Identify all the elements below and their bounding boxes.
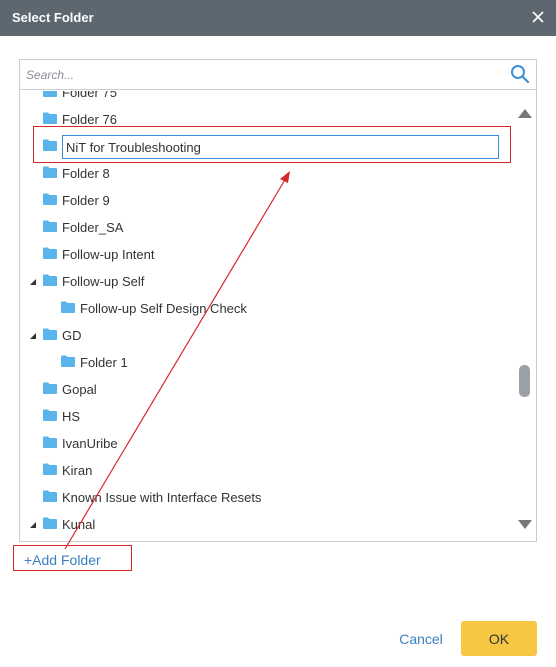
tree-item[interactable]: Known Issue with Interface Resets [20,484,510,511]
close-icon[interactable] [526,5,550,29]
folder-icon [43,517,57,529]
tree-item[interactable]: Kunal [20,511,510,538]
tree-item[interactable]: Gopal [20,376,510,403]
tree-item[interactable]: IvanUribe [20,430,510,457]
dialog-titlebar: Select Folder [0,0,556,36]
folder-icon [43,166,57,178]
tree-item-label: Folder 9 [62,193,110,208]
tree-item[interactable]: Follow-up Self [20,268,510,295]
tree-item[interactable]: Follow-up Intent [20,241,510,268]
tree-item[interactable]: Follow-up Self Design Check [20,295,510,322]
tree-item-label: Follow-up Self [62,274,145,289]
tree-item-label: Known Issue with Interface Resets [62,490,262,505]
tree-item-label: Kunal [62,517,96,532]
tree-item-label: Folder 76 [62,112,117,127]
tree-item-partial[interactable]: Folder 75 [20,91,510,106]
add-folder-link[interactable]: +Add Folder [24,552,101,568]
ok-button[interactable]: OK [461,621,537,656]
folder-icon [43,112,57,124]
folder-icon [43,220,57,232]
scroll-up-arrow-icon[interactable] [518,105,532,118]
search-bar [20,60,536,90]
folder-icon [43,436,57,448]
tree-item[interactable]: Folder_SA [20,214,510,241]
expanded-triangle-icon[interactable] [28,277,38,287]
tree-item-label: Follow-up Intent [62,247,155,262]
search-input[interactable] [26,65,496,85]
tree-item-label: Gopal [62,382,97,397]
tree-item-label: GD [62,328,82,343]
folder-icon [61,301,75,313]
folder-icon [43,463,57,475]
folder-icon [43,193,57,205]
tree-item[interactable]: HS [20,403,510,430]
tree-item-label: Folder_SA [62,220,124,235]
tree-item-label: HS [62,409,81,424]
tree-item-label: Kiran [62,463,93,478]
tree-item-label: Follow-up Self Design Check [80,301,247,316]
tree-item-label: Folder 1 [80,355,128,370]
folder-icon [43,91,57,97]
folder-icon [61,355,75,367]
folder-icon [43,490,57,502]
expanded-triangle-icon[interactable] [28,331,38,341]
scroll-down-arrow-icon[interactable] [518,517,532,529]
tree-item[interactable]: Folder 8 [20,160,510,187]
folder-icon [43,274,57,286]
annotation-highlight-folder-name [33,126,511,163]
folder-icon [43,382,57,394]
tree-item-label: Folder 8 [62,166,110,181]
folder-icon [43,247,57,259]
tree-item[interactable]: Folder 1 [20,349,510,376]
tree-item[interactable]: GD [20,322,510,349]
search-icon[interactable] [510,64,530,84]
cancel-button[interactable]: Cancel [392,628,450,650]
tree-item[interactable]: Folder 9 [20,187,510,214]
tree-scrollbar[interactable] [511,91,536,541]
tree-item[interactable]: Kiran [20,457,510,484]
dialog-title: Select Folder [12,10,94,25]
scroll-thumb[interactable] [519,365,530,397]
expanded-triangle-icon[interactable] [28,520,38,530]
tree-item-label: IvanUribe [62,436,118,451]
tree-item-label: Folder 75 [62,91,117,100]
folder-icon [43,328,57,340]
folder-icon [43,409,57,421]
